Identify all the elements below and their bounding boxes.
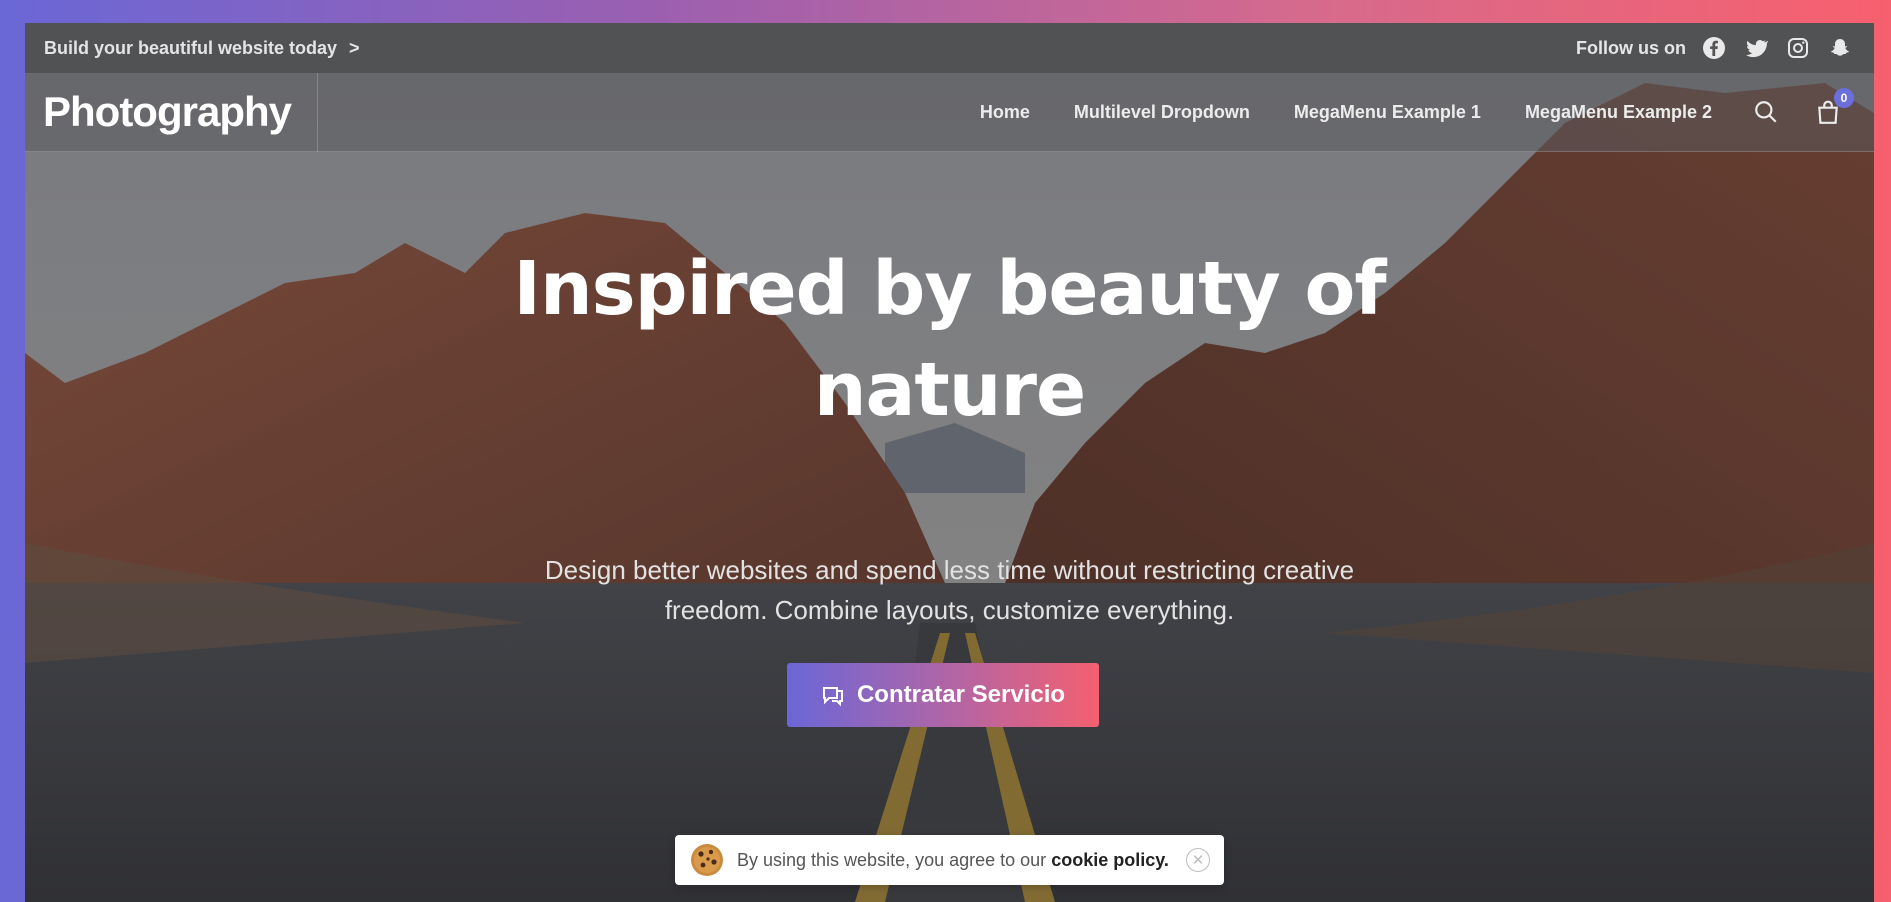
cookie-text: By using this website, you agree to our … — [737, 849, 1169, 870]
cookie-icon — [691, 844, 723, 876]
nav-item-home[interactable]: Home — [980, 102, 1030, 123]
social-follow: Follow us on — [1576, 34, 1854, 62]
chevron-right-icon: > — [349, 37, 360, 58]
follow-label: Follow us on — [1576, 37, 1686, 58]
hero-title: Inspired by beauty of nature — [25, 239, 1874, 441]
search-icon[interactable] — [1752, 98, 1780, 126]
hero-subtitle-line-1: Design better websites and spend less ti… — [544, 555, 1355, 585]
hero-title-line-1: Inspired by beauty of — [513, 246, 1386, 332]
cookie-policy-link[interactable]: cookie policy. — [1051, 850, 1169, 870]
nav-icons: 0 — [1752, 88, 1854, 126]
cookie-notice: By using this website, you agree to our … — [675, 835, 1224, 885]
hero-background-image — [25, 23, 1874, 902]
cart-count-badge: 0 — [1834, 88, 1854, 108]
hero-subtitle-line-2: freedom. Combine layouts, customize ever… — [664, 595, 1235, 625]
hero-subtitle: Design better websites and spend less ti… — [25, 550, 1874, 630]
cta-label: Contratar Servicio — [856, 681, 1066, 708]
nav-item-megamenu-2[interactable]: MegaMenu Example 2 — [1525, 102, 1712, 123]
hero-title-line-2: nature — [813, 347, 1086, 433]
brand-logo[interactable]: Photography — [43, 72, 318, 152]
main-navbar: Photography Home Multilevel Dropdown Meg… — [25, 72, 1874, 152]
promo-link[interactable]: Build your beautiful website today > — [44, 38, 360, 59]
facebook-icon[interactable] — [1700, 34, 1728, 62]
promo-text: Build your beautiful website today — [44, 37, 338, 58]
top-bar: Build your beautiful website today > Fol… — [25, 23, 1874, 73]
contratar-servicio-button[interactable]: Contratar Servicio — [787, 663, 1099, 727]
shopping-bag-icon[interactable]: 0 — [1814, 88, 1854, 126]
instagram-icon[interactable] — [1784, 34, 1812, 62]
nav-item-multilevel-dropdown[interactable]: Multilevel Dropdown — [1074, 102, 1250, 123]
snapchat-icon[interactable] — [1826, 34, 1854, 62]
main-nav: Home Multilevel Dropdown MegaMenu Exampl… — [980, 102, 1712, 123]
twitter-icon[interactable] — [1742, 34, 1770, 62]
close-icon[interactable]: ✕ — [1186, 848, 1210, 872]
chat-bubble-icon — [822, 687, 843, 707]
page-frame: Build your beautiful website today > Fol… — [25, 23, 1874, 902]
nav-item-megamenu-1[interactable]: MegaMenu Example 1 — [1294, 102, 1481, 123]
